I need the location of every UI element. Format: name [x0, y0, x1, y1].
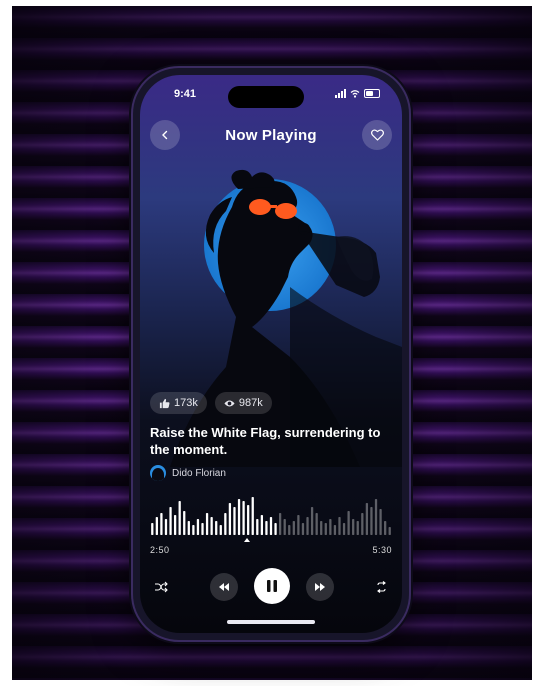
heart-icon — [370, 129, 384, 141]
waveform-bar — [178, 501, 181, 535]
waveform-bar — [278, 513, 282, 535]
eye-icon — [224, 400, 235, 406]
waveform-bar — [301, 523, 305, 535]
waveform-bar — [333, 525, 337, 535]
album-art-illustration — [170, 169, 402, 467]
signal-icon — [335, 89, 346, 98]
waveform-bar — [160, 513, 163, 535]
waveform-bar — [365, 503, 369, 535]
waveform — [151, 497, 391, 535]
waveform-bar — [374, 499, 378, 535]
thumbs-up-icon — [159, 398, 170, 408]
waveform-bar — [315, 513, 318, 535]
pause-icon — [267, 580, 277, 592]
waveform-bar — [183, 511, 186, 535]
waveform-bar — [256, 519, 259, 535]
waveform-bar — [306, 517, 309, 535]
waveform-bar — [251, 497, 254, 535]
waveform-bar — [283, 519, 286, 535]
waveform-bar — [338, 517, 341, 535]
repeat-icon — [376, 581, 386, 593]
waveform-bar — [297, 515, 300, 535]
waveform-bar — [361, 513, 364, 535]
phone-screen: 9:41 Now Playing 173k 987k Raise the Whi… — [140, 75, 402, 633]
previous-button[interactable] — [210, 573, 238, 601]
waveform-bar — [310, 507, 314, 535]
waveform-bar — [288, 525, 291, 535]
views-chip[interactable]: 987k — [214, 392, 272, 414]
waveform-bar — [192, 525, 195, 535]
likes-count: 173k — [174, 397, 198, 409]
album-art — [140, 167, 402, 467]
waveform-scrubber[interactable] — [150, 495, 392, 535]
phone-frame: 9:41 Now Playing 173k 987k Raise the Whi… — [133, 68, 409, 640]
status-bar: 9:41 — [140, 85, 402, 108]
waveform-bar — [379, 509, 382, 535]
waveform-bar — [320, 521, 323, 535]
status-time: 9:41 — [174, 88, 197, 100]
shuffle-icon — [155, 581, 168, 593]
fast-forward-icon — [315, 583, 325, 591]
song-title: Raise the White Flag, surrendering to th… — [150, 425, 381, 457]
stats-row: 173k 987k — [150, 392, 272, 414]
waveform-bar — [187, 521, 190, 535]
waveform-bar — [151, 523, 154, 535]
waveform-bar — [196, 519, 200, 535]
waveform-bar — [269, 517, 273, 535]
playhead-marker[interactable] — [244, 538, 250, 542]
waveform-bar — [224, 513, 227, 535]
waveform-bar — [384, 521, 387, 535]
waveform-bar — [342, 523, 346, 535]
dynamic-island — [228, 86, 304, 108]
pause-button[interactable] — [254, 568, 290, 604]
rewind-icon — [219, 583, 229, 591]
system-icons — [335, 89, 380, 98]
waveform-bar — [233, 507, 236, 535]
current-time: 2:50 — [150, 545, 170, 555]
waveform-bar — [347, 511, 350, 535]
waveform-bar — [265, 521, 268, 535]
wifi-icon — [350, 90, 360, 98]
waveform-bar — [356, 521, 359, 535]
waveform-bar — [215, 521, 218, 535]
battery-icon — [364, 89, 380, 98]
waveform-bar — [324, 523, 327, 535]
waveform-bar — [292, 521, 295, 535]
views-count: 987k — [238, 397, 263, 409]
waveform-bar — [388, 527, 391, 535]
waveform-bar — [274, 523, 277, 535]
favorite-button[interactable] — [362, 120, 392, 150]
waveform-bar — [155, 517, 158, 535]
artist-avatar — [150, 465, 166, 481]
repeat-button[interactable] — [372, 578, 390, 596]
waveform-bar — [219, 525, 222, 535]
artist-row[interactable]: Dido Florian — [150, 465, 226, 481]
waveform-bar — [169, 507, 172, 535]
shuffle-button[interactable] — [152, 578, 170, 596]
waveform-bar — [228, 503, 232, 535]
playback-controls — [140, 568, 402, 606]
waveform-bar — [201, 523, 204, 535]
waveform-bar — [260, 515, 264, 535]
waveform-bar — [242, 501, 245, 535]
waveform-bar — [237, 499, 241, 535]
waveform-bar — [370, 507, 373, 535]
waveform-bar — [164, 519, 168, 535]
likes-chip[interactable]: 173k — [150, 392, 207, 414]
waveform-bar — [173, 515, 177, 535]
waveform-bar — [247, 505, 250, 535]
waveform-bar — [210, 517, 213, 535]
total-time: 5:30 — [372, 545, 392, 555]
next-button[interactable] — [306, 573, 334, 601]
waveform-bar — [329, 519, 332, 535]
waveform-bar — [352, 519, 355, 535]
artist-name: Dido Florian — [172, 467, 226, 479]
home-indicator — [227, 620, 315, 624]
waveform-bar — [205, 513, 209, 535]
